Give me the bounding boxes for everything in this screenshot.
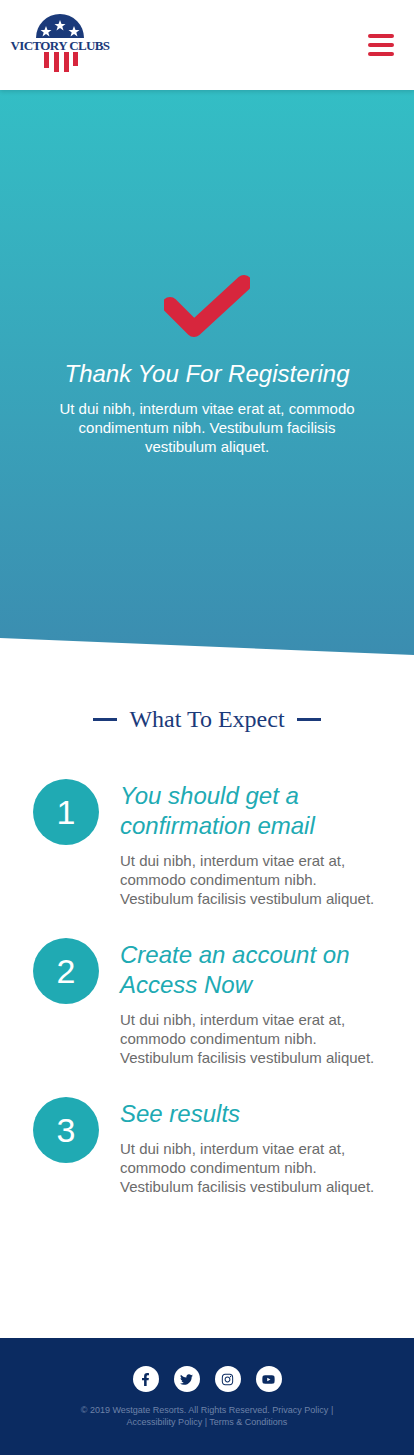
step-content: See results Ut dui nibh, interdum vitae e… [120, 1097, 390, 1196]
footer-link[interactable]: Privacy Policy [272, 1405, 328, 1415]
menu-bar-icon [368, 34, 394, 38]
instagram-icon [221, 1373, 234, 1386]
youtube-icon [262, 1373, 275, 1386]
step: 3 See results Ut dui nibh, interdum vitae … [33, 1097, 390, 1196]
step-number: 2 [33, 938, 99, 1004]
facebook-icon [139, 1373, 152, 1386]
social-link[interactable] [215, 1366, 241, 1392]
step-text: Ut dui nibh, interdum vitae erat at, com… [120, 1010, 390, 1067]
step-title: See results [120, 1099, 390, 1129]
page: VICTORY CLUBS Thank You For Registering Ut… [0, 0, 414, 1455]
social-link[interactable] [256, 1366, 282, 1392]
what-to-expect: What To Expect 1 You should get a confirma… [0, 655, 414, 1266]
steps: 1 You should get a confirmation email Ut d… [0, 779, 414, 1196]
check-icon [164, 275, 250, 339]
step-content: Create an account on Access Now Ut dui ni… [120, 938, 390, 1067]
heading-text: What To Expect [129, 703, 284, 735]
hero-title: Thank You For Registering [64, 359, 349, 389]
link-separator: | [328, 1405, 333, 1415]
logo-text: VICTORY CLUBS [9, 39, 110, 52]
step: 2 Create an account on Access Now Ut dui n… [33, 938, 390, 1067]
link-separator: | [202, 1417, 209, 1427]
step-title: Create an account on Access Now [120, 940, 390, 1000]
footer-link[interactable]: Terms & Conditions [209, 1417, 287, 1427]
step-text: Ut dui nibh, interdum vitae erat at, com… [120, 1139, 390, 1196]
logo[interactable]: VICTORY CLUBS [8, 14, 112, 76]
step-number: 3 [33, 1097, 99, 1163]
footer-link[interactable]: Accessibility Policy [127, 1417, 203, 1427]
heading-dash [93, 718, 117, 721]
step-content: You should get a confirmation email Ut du… [120, 779, 390, 908]
step-title: You should get a confirmation email [120, 781, 390, 841]
step-text: Ut dui nibh, interdum vitae erat at, com… [120, 851, 390, 908]
social-link[interactable] [133, 1366, 159, 1392]
menu-bar-icon [368, 52, 394, 56]
section-heading: What To Expect [0, 703, 414, 735]
hero: Thank You For Registering Ut dui nibh, in… [0, 90, 414, 655]
social-link[interactable] [174, 1366, 200, 1392]
social-links [133, 1366, 282, 1392]
heading-dash [297, 718, 321, 721]
twitter-icon [180, 1373, 193, 1386]
copyright-text: © 2019 Westgate Resorts. All Rights Rese… [81, 1405, 270, 1415]
menu-bar-icon [368, 43, 394, 47]
copyright: © 2019 Westgate Resorts. All Rights Rese… [62, 1404, 352, 1428]
menu-button[interactable] [368, 34, 394, 56]
step-number: 1 [33, 779, 99, 845]
header: VICTORY CLUBS [0, 0, 414, 90]
footer: © 2019 Westgate Resorts. All Rights Rese… [0, 1338, 414, 1455]
hero-text: Ut dui nibh, interdum vitae erat at, com… [42, 399, 372, 456]
step: 1 You should get a confirmation email Ut d… [33, 779, 390, 908]
